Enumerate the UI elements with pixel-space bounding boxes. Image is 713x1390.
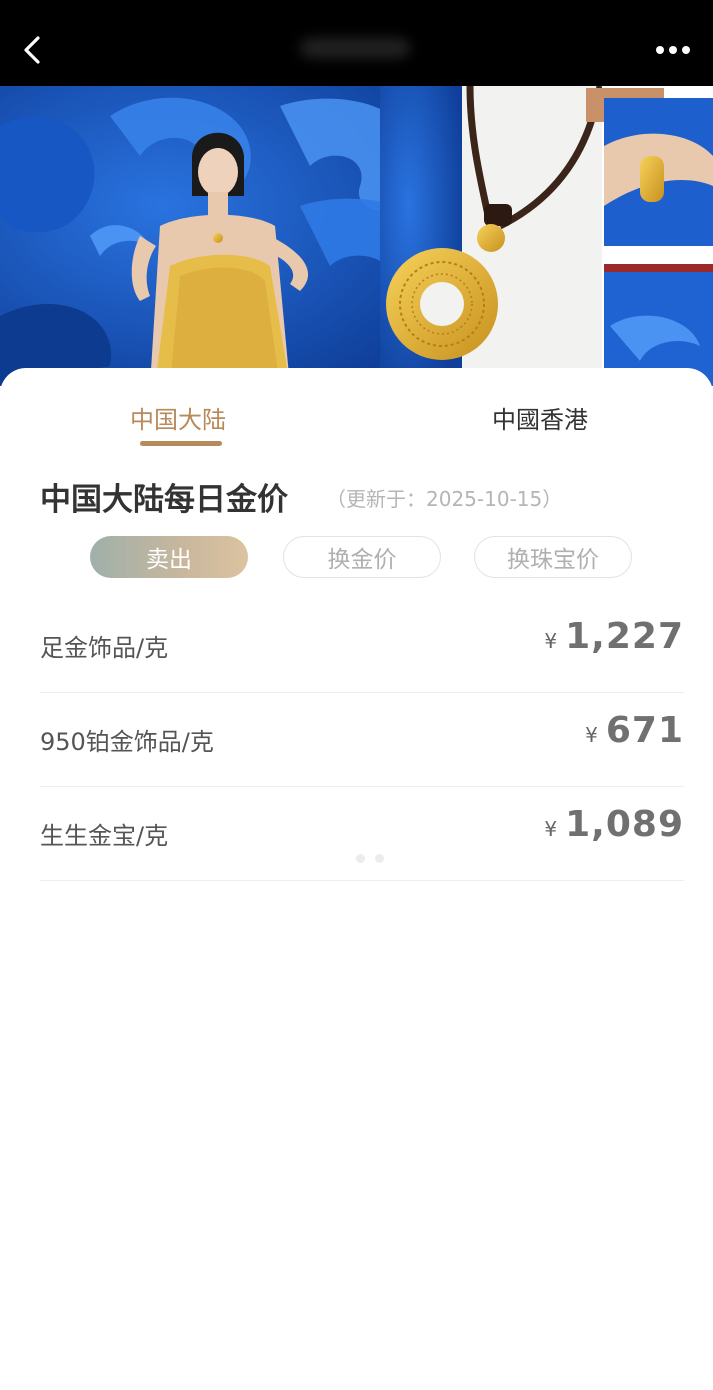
exchange-gold-price-button[interactable]: 换金价 [283, 536, 441, 578]
loading-dot [375, 854, 384, 863]
loading-indicator [356, 848, 394, 867]
top-nav-bar [0, 0, 713, 86]
price-label: 足金饰品/克 [40, 634, 169, 662]
update-date: （更新于：2025-10-15） [326, 487, 563, 511]
price-value: ¥ 671 [585, 710, 684, 751]
price-value: ¥ 1,227 [544, 616, 684, 657]
price-amount: 1,227 [565, 616, 684, 657]
currency-symbol: ¥ [544, 817, 558, 841]
active-tab-indicator [140, 441, 222, 446]
loading-dot [356, 854, 365, 863]
price-amount: 671 [605, 710, 684, 751]
tab-hong-kong[interactable]: 中國香港 [492, 400, 588, 435]
banner-image [0, 86, 713, 386]
page-title: 中国大陆每日金价 [40, 482, 288, 518]
price-label: 950铂金饰品/克 [40, 728, 214, 756]
price-label: 生生金宝/克 [40, 822, 169, 850]
price-row-platinum: 950铂金饰品/克 ¥ 671 [40, 692, 684, 787]
sell-price-button[interactable]: 卖出 [90, 536, 248, 578]
price-row-pure-gold: 足金饰品/克 ¥ 1,227 [40, 598, 684, 693]
chevron-left-icon [24, 36, 40, 64]
back-button[interactable] [12, 28, 52, 72]
promo-banner[interactable] [0, 86, 713, 386]
currency-symbol: ¥ [585, 723, 598, 747]
price-amount: 1,089 [565, 804, 684, 845]
more-options-button[interactable] [651, 30, 695, 70]
more-dots-icon [656, 46, 690, 54]
tab-mainland-china[interactable]: 中国大陆 [130, 400, 226, 435]
currency-symbol: ¥ [544, 629, 558, 653]
exchange-jewelry-price-button[interactable]: 换珠宝价 [474, 536, 632, 578]
price-value: ¥ 1,089 [544, 804, 684, 845]
page-title-obscured [300, 38, 410, 58]
